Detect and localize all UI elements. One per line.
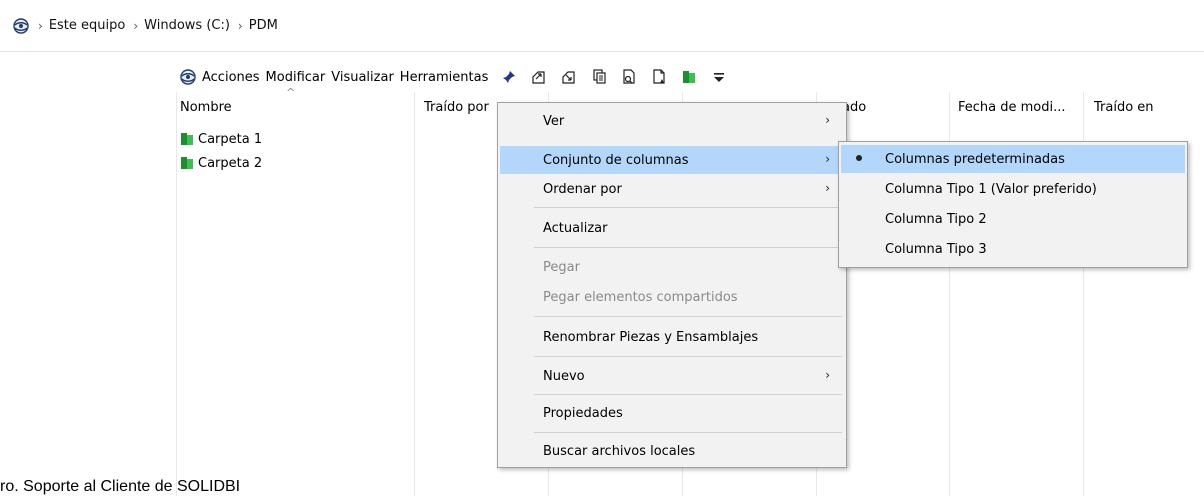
checkout-icon[interactable] [528,66,550,88]
address-bar[interactable]: › Este equipo › Windows (C:) › PDM [0,0,1204,52]
menu-herramientas[interactable]: Herramientas [400,70,489,85]
column-header-traido-por[interactable]: Traído por [424,100,489,115]
menu-item-label: Conjunto de columnas [543,152,689,168]
menu-item-pegar[interactable]: Pegar [500,253,844,281]
breadcrumb-windows-c[interactable]: Windows (C:) [144,18,230,33]
folder-icon [180,156,194,170]
column-separator [176,92,177,496]
submenu-item-label: Columna Tipo 3 [885,241,987,257]
menu-visualizar[interactable]: Visualizar [331,70,394,85]
menu-item-label: Pegar [543,259,580,275]
menu-item-nuevo[interactable]: Nuevo › [500,362,844,390]
pin-icon[interactable] [498,66,520,88]
menu-item-label: Nuevo [543,368,585,384]
menu-item-buscar-archivos-locales[interactable]: Buscar archivos locales [500,437,844,465]
breadcrumb-pdm[interactable]: PDM [249,18,278,33]
chevron-right-icon: › [133,18,139,33]
menu-separator [534,394,842,395]
menu-item-label: Actualizar [543,220,608,236]
pdm-vault-icon[interactable] [12,17,30,35]
menu-item-label: Buscar archivos locales [543,443,696,459]
menu-separator [534,316,842,317]
menu-item-conjunto-de-columnas[interactable]: Conjunto de columnas › [500,146,844,174]
menu-item-label: Renombrar Piezas y Ensamblajes [543,329,759,345]
menu-separator [534,432,842,433]
menu-separator [534,207,842,208]
menu-item-label: Ordenar por [543,181,622,197]
breadcrumb-este-equipo[interactable]: Este equipo [49,18,126,33]
search-document-icon[interactable] [618,66,640,88]
menu-modificar[interactable]: Modificar [266,70,326,85]
file-name: Carpeta 1 [198,131,263,147]
document-icon[interactable] [648,66,670,88]
pdm-vault-icon[interactable] [178,67,198,87]
chevron-right-icon: › [237,18,243,33]
list-item[interactable]: Carpeta 2 [180,153,262,173]
folder-icon [180,132,194,146]
chevron-right-icon: › [825,113,830,127]
menu-item-ver[interactable]: Ver › [500,107,844,135]
chevron-right-icon: › [825,152,830,166]
menu-item-propiedades[interactable]: Propiedades [500,399,844,427]
checkin-icon[interactable] [558,66,580,88]
overflow-icon[interactable] [708,66,730,88]
chevron-right-icon: › [825,181,830,195]
file-name: Carpeta 2 [198,155,263,171]
column-header-fecha-modificacion[interactable]: Fecha de modi... [958,100,1066,115]
caption-text: ro. Soporte al Cliente de SOLIDBI [0,478,241,495]
context-menu: Ver › Conjunto de columnas › Ordenar por… [497,102,847,468]
chevron-right-icon: › [825,368,830,382]
menu-acciones[interactable]: Acciones [202,70,260,85]
menu-item-label: Ver [543,113,565,129]
submenu-item-columnas-predeterminadas[interactable]: Columnas predeterminadas [841,145,1185,173]
menu-item-pegar-elementos-compartidos[interactable]: Pegar elementos compartidos [500,283,844,311]
menu-item-ordenar-por[interactable]: Ordenar por › [500,175,844,203]
submenu-item-columna-tipo-3[interactable]: Columna Tipo 3 [841,235,1185,263]
submenu-item-columna-tipo-2[interactable]: Columna Tipo 2 [841,205,1185,233]
menu-separator [534,356,842,357]
radio-bullet-icon [856,155,862,161]
submenu-item-label: Columna Tipo 1 (Valor preferido) [885,181,1097,197]
menu-separator [534,247,842,248]
menu-item-renombrar-piezas[interactable]: Renombrar Piezas y Ensamblajes [500,323,844,351]
column-header-nombre[interactable]: Nombre [180,100,232,115]
submenu-item-columna-tipo-1[interactable]: Columna Tipo 1 (Valor preferido) [841,175,1185,203]
pdm-toolbar: Acciones Modificar Visualizar Herramient… [178,64,734,90]
column-separator[interactable] [414,92,415,496]
submenu-item-label: Columnas predeterminadas [885,151,1065,167]
list-item[interactable]: Carpeta 1 [180,129,262,149]
menu-item-label: Pegar elementos compartidos [543,289,738,305]
submenu-item-label: Columna Tipo 2 [885,211,987,227]
green-folder-icon[interactable] [678,66,700,88]
copy-icon[interactable] [588,66,610,88]
chevron-right-icon: › [38,18,43,33]
menu-item-actualizar[interactable]: Actualizar [500,214,844,242]
column-set-submenu: Columnas predeterminadas Columna Tipo 1 … [838,141,1188,268]
column-header-traido-en[interactable]: Traído en [1094,100,1154,115]
menu-item-label: Propiedades [543,405,623,421]
